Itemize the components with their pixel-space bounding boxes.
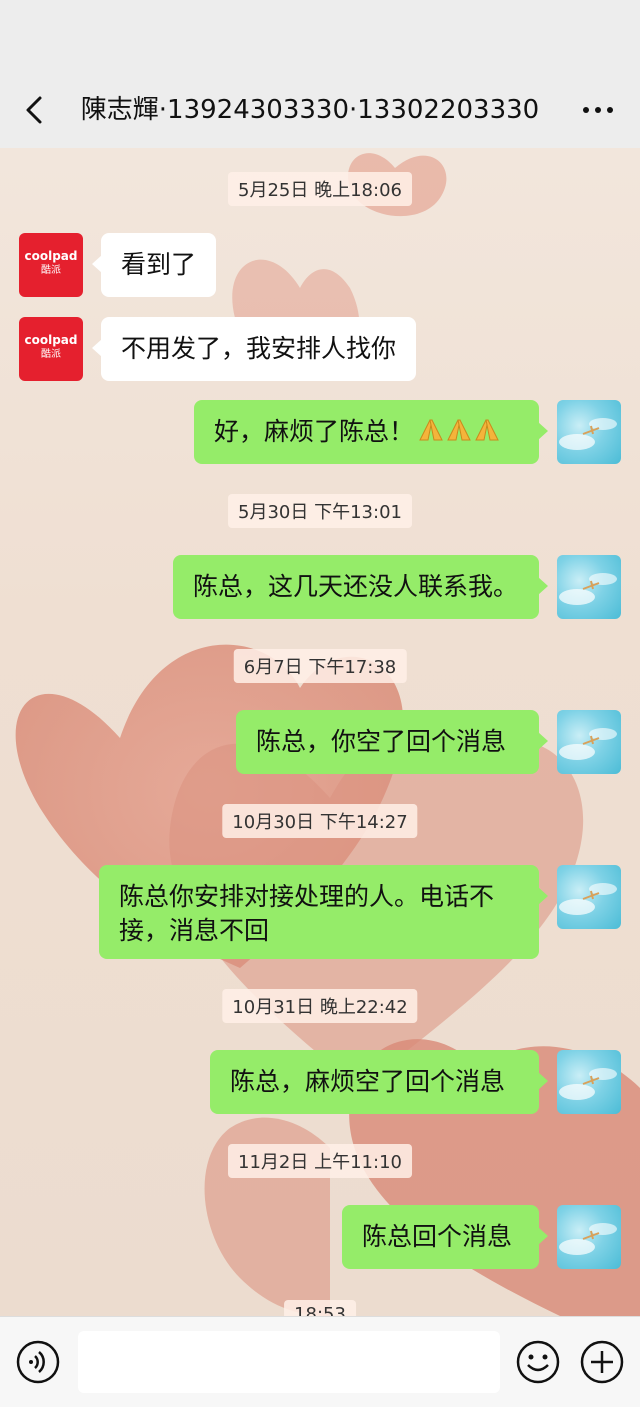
airplane-icon [559,883,617,915]
outgoing-message[interactable]: 陈总回个消息 [342,1205,548,1269]
avatar-brand-text: coolpad [24,249,78,263]
timestamp: 10月30日 下午14:27 [222,804,418,838]
input-bar [0,1316,640,1407]
chat-title: 陳志輝·13924303330·13302203330 [80,95,540,125]
emoji-button[interactable] [516,1340,560,1384]
chat-header: 陳志輝·13924303330·13302203330 [0,72,640,148]
outgoing-message[interactable]: 陈总你安排对接处理的人。电话不接，消息不回 [99,865,548,959]
timestamp: 5月30日 下午13:01 [228,494,412,528]
my-avatar[interactable] [557,1050,621,1114]
airplane-icon [559,728,617,760]
my-avatar[interactable] [557,555,621,619]
outgoing-message[interactable]: 陈总，这几天还没人联系我。 [173,555,548,619]
airplane-icon [559,1223,617,1255]
more-dots-icon [583,107,613,113]
incoming-message[interactable]: 不用发了，我安排人找你 [91,317,417,381]
incoming-message[interactable]: 看到了 [91,233,217,297]
contact-avatar[interactable]: coolpad 酷派 [19,233,83,297]
message-text: 好，麻烦了陈总！ [214,417,415,446]
my-avatar[interactable] [557,400,621,464]
timestamp: 11月2日 上午11:10 [228,1144,412,1178]
smiley-icon [516,1340,560,1384]
folded-hands-icon [416,416,504,451]
avatar-brand-cn-text: 酷派 [41,349,61,360]
timestamp: 18:53 [284,1300,356,1316]
avatar-brand-cn-text: 酷派 [41,265,61,276]
outgoing-message[interactable]: 陈总，你空了回个消息 [236,710,548,774]
airplane-icon [559,573,617,605]
contact-avatar[interactable]: coolpad 酷派 [19,317,83,381]
my-avatar[interactable] [557,865,621,929]
more-button[interactable] [578,94,618,126]
timestamp: 5月25日 晚上18:06 [228,172,412,206]
my-avatar[interactable] [557,1205,621,1269]
plus-icon [580,1340,624,1384]
voice-icon [16,1340,60,1384]
outgoing-message[interactable]: 陈总，麻烦空了回个消息 [210,1050,548,1114]
timestamp: 6月7日 下午17:38 [233,649,407,683]
voice-button[interactable] [16,1340,60,1384]
message-input[interactable] [78,1331,500,1393]
more-functions-button[interactable] [580,1340,624,1384]
status-bar [0,0,640,72]
back-button[interactable] [18,92,54,128]
my-avatar[interactable] [557,710,621,774]
airplane-icon [559,418,617,450]
avatar-brand-text: coolpad [24,333,78,347]
chat-area[interactable]: 5月25日 晚上18:06 coolpad 酷派 看到了 coolpad 酷派 … [0,148,640,1316]
outgoing-message[interactable]: 好，麻烦了陈总！ [194,400,548,464]
chevron-left-icon [26,96,42,124]
timestamp: 10月31日 晚上22:42 [222,989,418,1023]
airplane-icon [559,1068,617,1100]
